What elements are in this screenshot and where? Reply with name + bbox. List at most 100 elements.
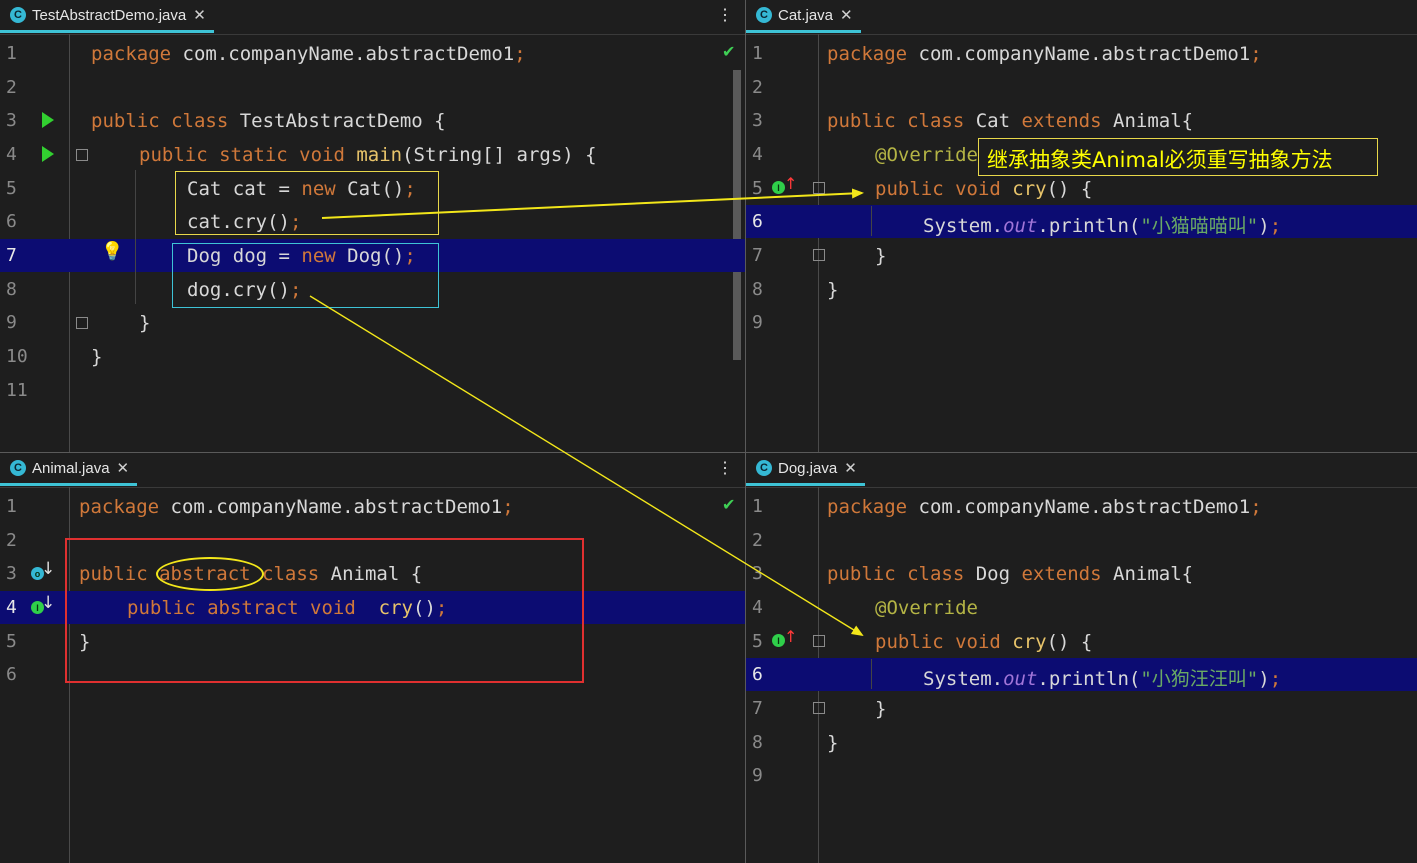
code-line[interactable]: 5 I ↑ public void cry() { — [746, 172, 1417, 205]
code-line[interactable]: 8 } — [746, 273, 1417, 306]
line-number: 3 — [6, 563, 17, 584]
line-number: 2 — [752, 77, 763, 98]
tab-cat[interactable]: C Cat.java ✕ — [746, 0, 861, 33]
tab-dog[interactable]: C Dog.java ✕ — [746, 453, 865, 486]
fold-icon[interactable] — [76, 317, 88, 329]
fold-icon[interactable] — [813, 182, 825, 194]
line-number: 5 — [752, 178, 763, 199]
abstract-keyword-ellipse — [156, 557, 264, 591]
code-line[interactable]: 8 } — [746, 726, 1417, 759]
line-number: 6 — [6, 664, 17, 685]
code-line[interactable]: 7 } — [746, 692, 1417, 725]
tab-label: Dog.java — [778, 459, 838, 477]
line-number: 3 — [752, 110, 763, 131]
code-line[interactable]: 11 — [0, 374, 745, 407]
line-number: 3 — [6, 110, 17, 131]
line-number: 10 — [6, 346, 28, 367]
close-icon[interactable]: ✕ — [840, 6, 853, 24]
close-icon[interactable]: ✕ — [193, 6, 206, 24]
close-icon[interactable]: ✕ — [117, 459, 130, 477]
lightbulb-icon[interactable]: 💡 — [101, 241, 123, 262]
line-number: 4 — [6, 144, 17, 165]
arrow-up-icon: ↑ — [784, 627, 798, 646]
code-line[interactable]: 9 — [746, 759, 1417, 792]
line-number: 1 — [752, 43, 763, 64]
line-number: 7 — [6, 245, 17, 266]
line-number: 4 — [752, 144, 763, 165]
dog-call-highlight-box — [172, 243, 439, 308]
code-line[interactable]: 3 public class Dog extends Animal{ — [746, 557, 1417, 590]
code-text: } — [91, 346, 103, 368]
line-number: 6 — [752, 211, 763, 232]
code-text: } — [875, 698, 887, 720]
fold-icon[interactable] — [813, 249, 825, 261]
code-line[interactable]: 1 package com.companyName.abstractDemo1; — [746, 37, 1417, 70]
code-line[interactable]: 5 I ↑ public void cry() { — [746, 625, 1417, 658]
code-line-current[interactable]: 6 System.out.println("小猫喵喵叫"); — [746, 205, 1417, 238]
line-number: 1 — [752, 496, 763, 517]
fold-icon[interactable] — [813, 635, 825, 647]
line-number: 5 — [6, 178, 17, 199]
line-number: 6 — [752, 664, 763, 685]
line-number: 4 — [752, 597, 763, 618]
editor-pane-cat: C Cat.java ✕ 1 package com.companyName.a… — [746, 0, 1417, 452]
tab-bar: C Cat.java ✕ — [746, 0, 1417, 35]
code-line[interactable]: 2 — [746, 524, 1417, 557]
line-number: 7 — [752, 698, 763, 719]
run-main-icon[interactable] — [42, 146, 54, 162]
code-line[interactable]: 4 public static void main(String[] args)… — [0, 138, 745, 171]
fold-icon[interactable] — [76, 149, 88, 161]
editor-pane-dog: C Dog.java ✕ 1 package com.companyName.a… — [746, 453, 1417, 863]
line-number: 1 — [6, 43, 17, 64]
pane-divider-vertical[interactable] — [745, 0, 746, 863]
tab-label: Animal.java — [32, 459, 110, 477]
code-text: public void cry() { — [875, 631, 1093, 653]
code-text: public class TestAbstractDemo { — [91, 110, 446, 132]
code-line[interactable]: 10 } — [0, 340, 745, 373]
tab-bar: C Dog.java ✕ — [746, 453, 1417, 488]
line-number: 5 — [6, 631, 17, 652]
code-text: package com.companyName.abstractDemo1; — [827, 496, 1262, 518]
tab-test-abstract-demo[interactable]: C TestAbstractDemo.java ✕ — [0, 0, 214, 33]
code-line[interactable]: 1 package com.companyName.abstractDemo1; — [746, 490, 1417, 523]
arrow-down-icon: ↓ — [41, 559, 56, 579]
fold-icon[interactable] — [813, 702, 825, 714]
code-line-current[interactable]: 6 System.out.println("小狗汪汪叫"); — [746, 658, 1417, 691]
code-text: } — [827, 279, 839, 301]
code-line[interactable]: 9 — [746, 306, 1417, 339]
line-number: 3 — [752, 563, 763, 584]
code-text: } — [875, 245, 887, 267]
code-line[interactable]: 2 — [746, 71, 1417, 104]
code-line[interactable]: 3 public class TestAbstractDemo { — [0, 104, 745, 137]
class-icon: C — [10, 7, 26, 23]
more-options-icon[interactable]: ⋮ — [717, 8, 733, 24]
line-number: 9 — [752, 765, 763, 786]
pane-divider-horizontal[interactable] — [0, 452, 1417, 453]
class-icon: C — [756, 7, 772, 23]
code-text: } — [139, 312, 151, 334]
code-text: System.out.println("小狗汪汪叫"); — [923, 668, 1282, 690]
code-line[interactable]: 4 @Override — [746, 591, 1417, 624]
code-line[interactable]: 7 } — [746, 239, 1417, 272]
code-line[interactable]: 9 } — [0, 306, 745, 339]
line-number: 8 — [752, 732, 763, 753]
line-number: 4 — [6, 597, 17, 618]
code-line[interactable]: 3 public class Cat extends Animal{ — [746, 104, 1417, 137]
line-number: 5 — [752, 631, 763, 652]
line-number: 8 — [752, 279, 763, 300]
tab-animal[interactable]: C Animal.java ✕ — [0, 453, 138, 486]
code-text: public class Cat extends Animal{ — [827, 110, 1194, 132]
code-text: package com.companyName.abstractDemo1; — [91, 43, 526, 65]
code-text: public static void main(String[] args) { — [139, 144, 597, 166]
code-line[interactable]: 2 — [0, 71, 745, 104]
run-class-icon[interactable] — [42, 112, 54, 128]
line-number: 2 — [6, 77, 17, 98]
more-options-icon[interactable]: ⋮ — [717, 461, 733, 477]
close-icon[interactable]: ✕ — [844, 459, 857, 477]
code-line[interactable]: 1 package com.companyName.abstractDemo1; — [0, 490, 745, 523]
line-number: 2 — [6, 530, 17, 551]
indent-guide — [871, 206, 872, 236]
code-text: public void cry() { — [875, 178, 1093, 200]
indent-guide — [871, 659, 872, 689]
code-line[interactable]: 1 package com.companyName.abstractDemo1; — [0, 37, 745, 70]
